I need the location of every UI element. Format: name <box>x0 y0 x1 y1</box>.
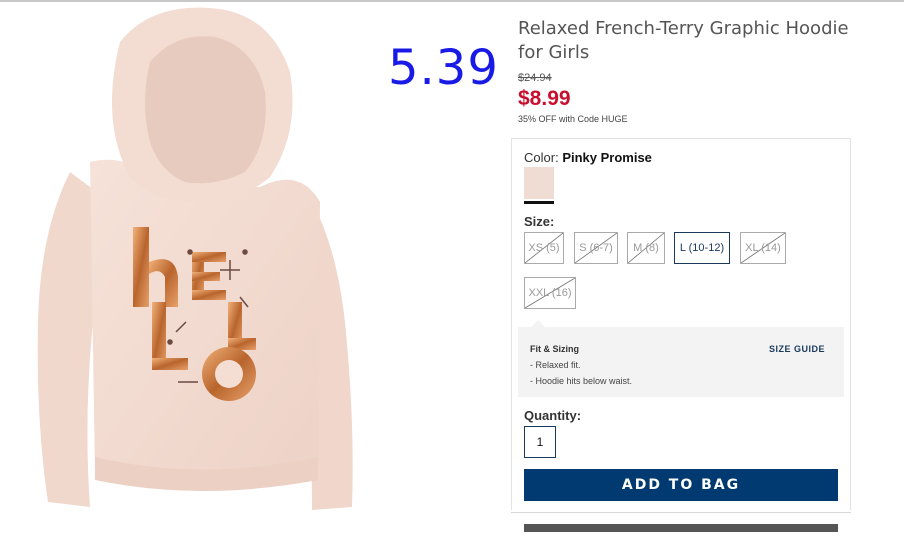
size-option-label: XL (14) <box>745 242 781 254</box>
product-title: Relaxed French-Terry Graphic Hoodie for … <box>518 18 849 63</box>
divider <box>511 512 851 513</box>
product-image[interactable] <box>0 2 400 532</box>
size-option-xxl[interactable]: XXL (16) <box>524 277 576 309</box>
size-option-xs[interactable]: XS (5) <box>524 232 564 264</box>
size-option-xl[interactable]: XL (14) <box>740 232 786 264</box>
secondary-button-partial[interactable] <box>524 524 838 532</box>
color-value: Pinky Promise <box>562 150 652 165</box>
color-label: Color: <box>524 150 559 165</box>
original-price: $24.94 <box>518 72 552 84</box>
size-option-label: XXL (16) <box>528 287 572 299</box>
size-option-label: M (8) <box>633 242 659 254</box>
overlay-price-text: 5.39 <box>388 40 499 96</box>
options-panel <box>511 138 851 510</box>
size-option-label: S (6-7) <box>579 242 613 254</box>
quantity-input[interactable] <box>524 426 556 458</box>
color-swatch[interactable] <box>524 167 554 199</box>
swatch-selected-indicator <box>524 201 554 204</box>
size-guide-link[interactable]: SIZE GUIDE <box>769 344 825 354</box>
size-option-label: XS (5) <box>528 242 560 254</box>
hoodie-illustration <box>37 7 353 510</box>
fit-sizing-title: Fit & Sizing <box>530 344 579 354</box>
sale-price: $8.99 <box>518 87 571 110</box>
size-option-m[interactable]: M (8) <box>627 232 665 264</box>
color-row: Color: Pinky Promise <box>524 150 652 165</box>
size-option-label: L (10-12) <box>679 242 725 254</box>
fit-line: - Relaxed fit. <box>530 360 581 370</box>
size-option-l[interactable]: L (10-12) <box>674 232 730 264</box>
fit-line: - Hoodie hits below waist. <box>530 376 633 386</box>
quantity-label: Quantity: <box>524 408 582 423</box>
promo-text: 35% OFF with Code HUGE <box>518 114 628 124</box>
size-label: Size: <box>524 214 555 229</box>
add-to-bag-button[interactable]: ADD TO BAG <box>524 469 838 501</box>
size-option-s[interactable]: S (6-7) <box>574 232 618 264</box>
